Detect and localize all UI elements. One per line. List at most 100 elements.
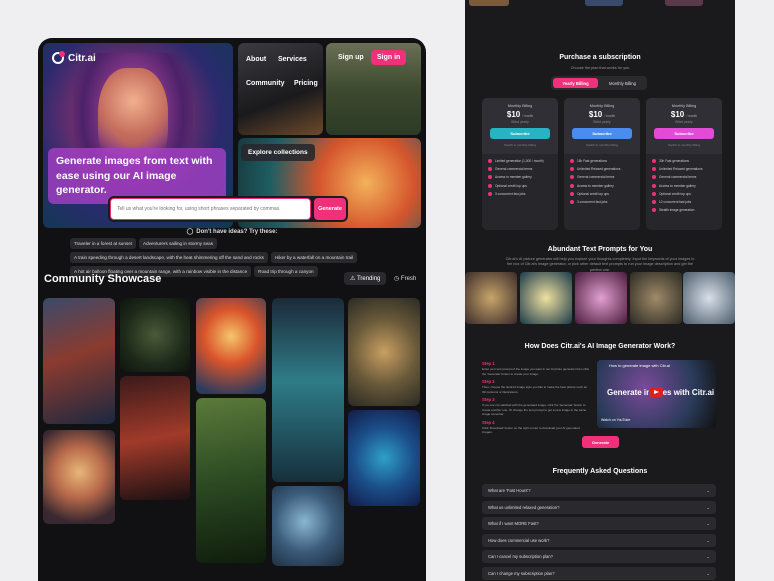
faq-item[interactable]: What are 'Fast Hours'? ⌄ xyxy=(482,484,716,497)
feature-text: Unlimited Relaxed generations xyxy=(577,167,621,172)
gallery-image[interactable] xyxy=(43,430,115,524)
faq-question: How does commercial use work? xyxy=(488,537,550,543)
plan-price-value: $10 xyxy=(670,110,685,119)
feature-item: 15h Fast generations xyxy=(570,159,634,163)
plan-switch-link[interactable]: Switch to monthly billing xyxy=(482,143,558,147)
nav-pricing[interactable]: Pricing xyxy=(294,80,318,87)
faq-item[interactable]: How does commercial use work? ⌄ xyxy=(482,533,716,547)
tab-trending[interactable]: ⚠ Trending xyxy=(344,272,387,285)
feature-text: General commercial terms xyxy=(577,175,615,180)
tab-trending-label: Trending xyxy=(356,276,381,282)
feature-item: General commercial terms xyxy=(488,167,552,172)
gallery-image[interactable] xyxy=(120,376,190,500)
prompt-example-image[interactable] xyxy=(575,272,627,324)
chevron-down-icon: ⌄ xyxy=(706,570,710,576)
chevron-down-icon: ⌄ xyxy=(706,521,710,526)
faq-item[interactable]: What us unlimited relaxed generation? ⌄ xyxy=(482,500,716,514)
gallery-image[interactable] xyxy=(196,298,266,394)
faq-question: What are 'Fast Hours'? xyxy=(488,488,531,493)
feature-item: Optional credit top ups xyxy=(488,183,552,188)
plan-switch-link[interactable]: Switch to monthly billing xyxy=(646,143,722,147)
subscribe-button[interactable]: Subscribe xyxy=(654,128,714,139)
tab-fresh[interactable]: ◷ Fresh xyxy=(394,275,416,282)
signup-button[interactable]: Sign up xyxy=(338,54,364,61)
gallery-image[interactable] xyxy=(120,298,190,372)
subscribe-button[interactable]: Subscribe xyxy=(572,128,632,139)
how-title: How Does Citr.ai's AI Image Generator Wo… xyxy=(524,343,676,350)
gallery-image[interactable] xyxy=(348,298,420,406)
faq-title: Frequently Asked Questions xyxy=(552,468,648,475)
signin-button[interactable]: Sign in xyxy=(371,50,407,65)
purchase-subtitle: Choose the plan that works for you xyxy=(570,66,630,70)
feature-text: Access to member gallery xyxy=(495,175,532,180)
check-icon xyxy=(570,199,574,204)
check-icon xyxy=(488,175,492,180)
feature-text: 30h Fast generations xyxy=(659,159,689,163)
nav-services[interactable]: Services xyxy=(278,56,307,63)
idea-chip[interactable]: Traveler in a forest at sunset xyxy=(70,238,137,249)
feature-text: Optional credit top ups xyxy=(659,191,691,196)
prompt-search-bar: Generate xyxy=(108,196,348,222)
nav-community[interactable]: Community xyxy=(246,80,285,87)
plan-price-value: $10 xyxy=(506,110,521,119)
nav-about[interactable]: About xyxy=(246,56,266,63)
feature-text: General commercial terms xyxy=(495,167,533,172)
mobile-mockup: Citr.ai Generate images from text with e… xyxy=(38,38,426,581)
tab-monthly-billing[interactable]: Monthly Billing xyxy=(600,78,645,88)
top-image xyxy=(585,0,623,6)
prompts-subtitle: Citr.ai's AI picture generator will help… xyxy=(505,257,695,272)
gallery-image[interactable] xyxy=(272,486,344,566)
feature-item: General commercial terms xyxy=(570,175,634,180)
plan-card: Monthly Billing $10 / month Billed yearl… xyxy=(646,98,722,230)
plan-card: Monthly Billing $10 / month Billed yearl… xyxy=(564,98,640,230)
brand-name: Citr.ai xyxy=(68,52,96,64)
idea-chip[interactable]: A train speeding through a desert landsc… xyxy=(70,252,268,263)
prompt-example-image[interactable] xyxy=(520,272,572,324)
feature-item: Limited generation (1,000 / month) xyxy=(488,159,552,163)
prompt-example-image[interactable] xyxy=(630,272,682,324)
ideas-heading-text: Don't have ideas? Try these: xyxy=(196,229,278,235)
feature-text: Unlimited Relaxed generations xyxy=(659,167,703,172)
gallery-image[interactable] xyxy=(196,398,266,563)
brand-logo[interactable]: Citr.ai xyxy=(52,51,96,64)
prompt-example-image[interactable] xyxy=(465,272,517,324)
step-heading: Step 1 xyxy=(482,361,495,366)
gallery-image[interactable] xyxy=(43,298,115,424)
ideas-heading: ◯ Don't have ideas? Try these: xyxy=(38,228,426,235)
feature-text: Optional credit top ups xyxy=(577,191,609,196)
check-icon xyxy=(652,167,656,172)
plan-name: Monthly Billing xyxy=(671,104,697,108)
idea-chip[interactable]: Adventurers sailing in stormy seas xyxy=(139,238,218,249)
feature-text: Access to member gallery xyxy=(577,183,614,188)
plan-price-value: $10 xyxy=(588,110,603,119)
idea-chip[interactable]: Hiker by a waterfall on a mountain trail xyxy=(270,252,358,263)
prompt-example-image[interactable] xyxy=(683,272,735,324)
explore-collections-button[interactable]: Explore collections xyxy=(241,144,315,161)
gallery-image[interactable] xyxy=(348,410,420,506)
tutorial-video[interactable]: How to generate image with Citr.ai Gener… xyxy=(597,360,716,428)
plan-switch-link[interactable]: Switch to monthly billing xyxy=(564,143,640,147)
prompt-input[interactable] xyxy=(110,198,311,220)
step-text: Click 'Download' button on the right cor… xyxy=(482,425,580,435)
plan-price: $10 / month xyxy=(564,110,640,119)
generate-button[interactable]: Generate xyxy=(314,198,346,220)
check-icon xyxy=(570,159,574,163)
idea-chip[interactable]: Road trip through a canyon xyxy=(254,266,318,277)
gallery-image[interactable] xyxy=(272,298,344,482)
subscribe-button[interactable]: Subscribe xyxy=(490,128,550,139)
feature-item: Stealth image generation xyxy=(652,208,716,213)
plan-price-period: / month xyxy=(604,114,616,118)
landing-page-preview: Purchase a subscription Choose the plan … xyxy=(465,0,735,581)
faq-item[interactable]: Can I change my subscription plan? ⌄ xyxy=(482,566,716,580)
feature-text: 12 concurrent fast jobs xyxy=(659,199,692,204)
check-icon xyxy=(570,191,574,196)
tab-yearly-billing[interactable]: Yearly Billing xyxy=(553,78,598,88)
generate-button-secondary[interactable]: Generate xyxy=(582,436,619,448)
feature-text: Limited generation (1,000 / month) xyxy=(495,159,544,163)
watch-on-youtube[interactable]: Watch on YouTube xyxy=(601,418,630,422)
lightbulb-icon: ◯ xyxy=(186,229,194,235)
play-icon[interactable] xyxy=(649,387,663,397)
faq-item[interactable]: Can I cancel my subscription plan? ⌄ xyxy=(482,550,716,563)
pricing-plans: Monthly Billing $10 / month Billed yearl… xyxy=(482,98,722,230)
faq-item[interactable]: What if I want MORE Fast? ⌄ xyxy=(482,517,716,530)
